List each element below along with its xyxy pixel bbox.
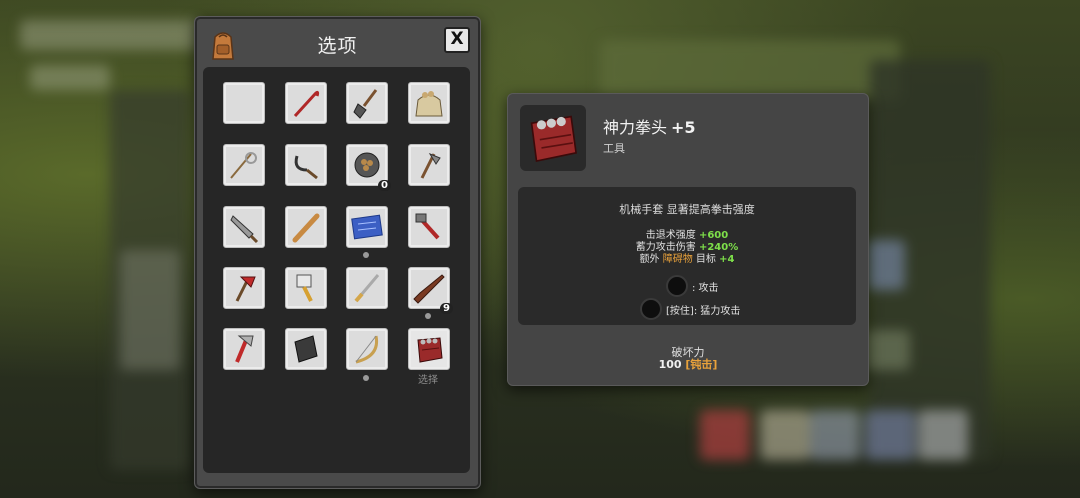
- inventory-slot[interactable]: [346, 328, 388, 370]
- sickle-icon: [294, 155, 318, 180]
- item-description: 机械手套 显著提高拳击强度: [619, 203, 755, 216]
- inventory-slot[interactable]: [408, 206, 450, 248]
- item-detail-panel: 神力拳头 +5 工具 机械手套 显著提高拳击强度 击退术强度 +600 蓄力攻击伤…: [507, 93, 869, 386]
- inventory-title: 选项: [317, 35, 358, 57]
- attack-label: : 攻击: [692, 282, 719, 294]
- attack-action: : 攻击: [666, 275, 719, 297]
- item-name-text: 神力拳头: [603, 118, 668, 137]
- select-label: 选择: [418, 375, 438, 386]
- item-level: +5: [671, 118, 696, 137]
- blueprint-map-icon: [351, 214, 383, 240]
- heavy-attack-label: : 猛力攻击: [693, 305, 741, 317]
- item-stats: 击退术强度 +600 蓄力攻击伤害 +240% 额外 障碍物 目标 +4: [518, 230, 856, 266]
- heavy-attack-action: [按住]: 猛力攻击: [640, 298, 740, 320]
- item-name: 神力拳头 +5: [603, 114, 696, 138]
- rifle-icon: [413, 274, 445, 304]
- inventory-slot[interactable]: [285, 82, 327, 124]
- hatchet-icon: [420, 152, 441, 179]
- brush-icon: [296, 274, 313, 302]
- item-count: 9: [440, 303, 453, 314]
- power-fist-icon: [530, 115, 577, 163]
- inventory-slot-empty[interactable]: [223, 82, 265, 124]
- slot-indicator-dot: [363, 252, 369, 258]
- item-category: 工具: [603, 142, 625, 155]
- shovel-icon: [353, 89, 378, 119]
- sack-icon: [415, 91, 443, 117]
- inventory-slot[interactable]: [223, 267, 265, 309]
- slot-indicator-dot: [363, 375, 369, 381]
- inventory-panel: 选项 X 0 9 选择: [194, 16, 481, 489]
- inventory-slot[interactable]: [285, 144, 327, 186]
- inventory-slot[interactable]: [223, 206, 265, 248]
- machete-icon: [230, 215, 259, 244]
- inventory-slot[interactable]: [223, 328, 265, 370]
- inventory-slot[interactable]: [346, 82, 388, 124]
- bow-icon: [355, 335, 379, 364]
- stat-line-knockback: 击退术强度 +600: [645, 230, 729, 241]
- slot-indicator-dot: [425, 313, 431, 319]
- power-fist-icon: [417, 337, 443, 363]
- katana-icon: [354, 274, 380, 303]
- fire-axe-icon: [235, 276, 256, 302]
- attack-button-icon[interactable]: [666, 275, 688, 297]
- stat-line-obstacle-targets: 额外 障碍物 目标 +4: [639, 254, 735, 265]
- crowbar-icon: [293, 90, 320, 118]
- inventory-slot[interactable]: 9: [408, 267, 453, 314]
- riot-shield-icon: [294, 335, 318, 363]
- baseball-bat-icon: [292, 213, 320, 243]
- close-button[interactable]: X: [444, 27, 470, 53]
- pipe-wrench-icon: [415, 213, 440, 240]
- inventory-slot[interactable]: [285, 206, 327, 248]
- inventory-slot[interactable]: [346, 206, 388, 248]
- inventory-grid: 0 9 选择: [203, 67, 470, 473]
- inventory-slot[interactable]: [223, 144, 265, 186]
- item-count: 0: [378, 180, 391, 191]
- item-description-box: 机械手套 显著提高拳击强度 击退术强度 +600 蓄力攻击伤害 +240% 额外…: [518, 187, 856, 325]
- red-axe-icon: [235, 335, 254, 363]
- stat-line-charge-damage: 蓄力攻击伤害 +240%: [635, 242, 739, 253]
- inventory-slot[interactable]: [285, 267, 327, 309]
- rope-whip-icon: [230, 152, 257, 179]
- item-preview: [520, 105, 586, 171]
- heavy-attack-button-icon[interactable]: [640, 298, 662, 320]
- destruction-value: 100 [钝击]: [658, 358, 718, 371]
- inventory-slot[interactable]: [408, 144, 450, 186]
- inventory-slot[interactable]: [285, 328, 327, 370]
- inventory-slot-selected[interactable]: [408, 328, 450, 370]
- food-bowl-icon: [354, 152, 380, 178]
- inventory-slot[interactable]: [346, 267, 388, 309]
- hold-label: [按住]: [666, 305, 694, 317]
- inventory-slot[interactable]: [408, 82, 450, 124]
- inventory-slot[interactable]: 0: [346, 144, 391, 191]
